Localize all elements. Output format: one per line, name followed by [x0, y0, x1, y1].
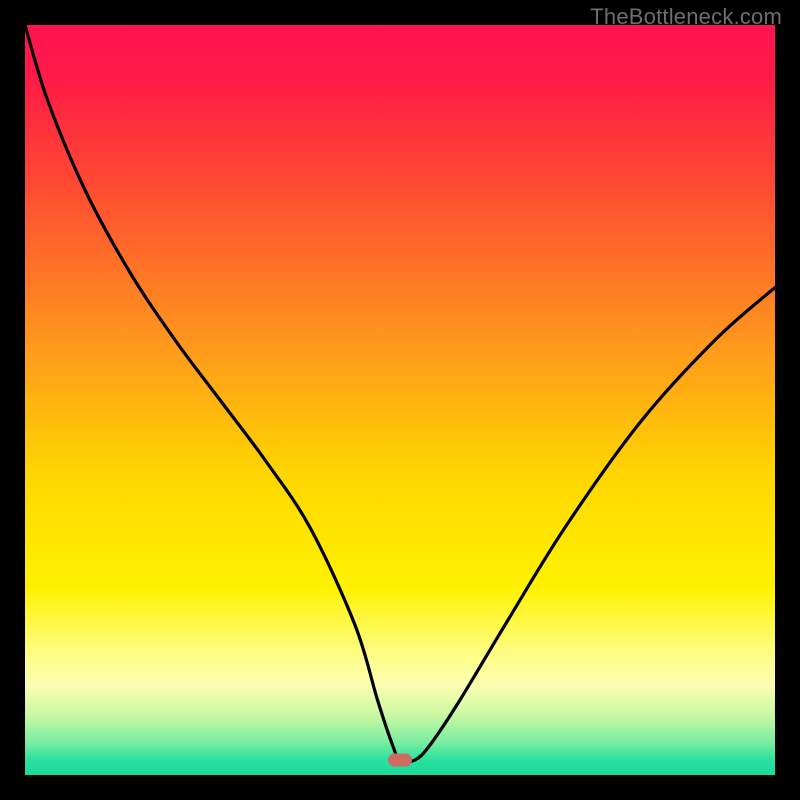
watermark-text: TheBottleneck.com — [590, 4, 782, 30]
chart-frame: TheBottleneck.com — [0, 0, 800, 800]
optimal-point-marker — [388, 754, 412, 767]
plot-area — [25, 25, 775, 775]
bottleneck-curve — [25, 25, 775, 775]
